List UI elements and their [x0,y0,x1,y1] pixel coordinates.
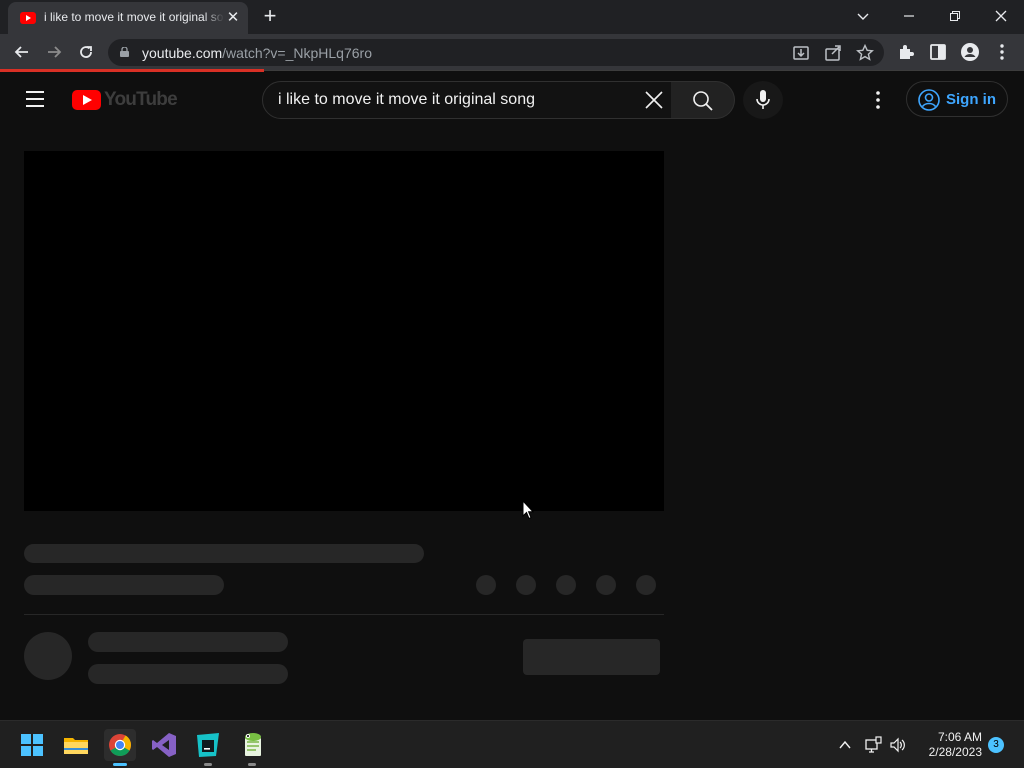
youtube-logo[interactable]: YouTube [72,89,178,111]
reload-icon[interactable] [72,38,100,66]
address-bar[interactable]: youtube.com/watch?v=_NkpHLq76ro [108,39,884,66]
active-app-indicator [113,763,127,766]
share-icon[interactable] [823,43,843,63]
browser-menu-icon[interactable] [992,42,1012,62]
mouse-cursor-icon [522,500,534,520]
windows-start-icon[interactable] [16,729,48,761]
volume-icon[interactable] [889,736,907,754]
visual-studio-icon[interactable] [148,729,180,761]
youtube-logo-text: YouTube [104,89,178,110]
intellij-icon[interactable] [192,729,224,766]
restore-window-icon[interactable] [932,2,978,30]
lock-icon[interactable] [120,47,129,57]
action-button-placeholder [476,575,496,595]
browser-tab[interactable]: i like to move it move it original song … [8,2,248,34]
sign-in-label: Sign in [946,91,996,108]
account-circle-icon [918,89,940,111]
back-arrow-icon[interactable] [8,38,36,66]
chrome-icon[interactable] [104,729,136,766]
file-explorer-icon[interactable] [60,729,92,761]
running-app-indicator [248,763,256,766]
notepad-plus-plus-icon[interactable] [236,729,268,766]
minimize-window-icon[interactable] [886,2,932,30]
tab-title: i like to move it move it original song … [44,10,224,28]
browser-tab-bar: i like to move it move it original song … [0,0,1024,34]
search-input[interactable]: i like to move it move it original song [262,81,672,119]
video-player[interactable] [24,151,664,511]
settings-more-icon[interactable] [866,88,890,112]
profile-icon[interactable] [960,42,980,62]
forward-arrow-icon[interactable] [40,38,68,66]
browser-toolbar: youtube.com/watch?v=_NkpHLq76ro [0,34,1024,70]
network-icon[interactable] [864,736,882,754]
search-button[interactable] [671,81,735,119]
close-window-icon[interactable] [978,2,1024,30]
action-button-placeholder [516,575,536,595]
clock-date: 2/28/2023 [928,745,982,759]
show-hidden-icons-chevron-icon[interactable] [838,738,852,752]
channel-avatar-placeholder [24,632,72,680]
url-host: youtube.com [142,45,223,61]
tab-search-chevron-icon[interactable] [840,2,886,30]
youtube-favicon-icon [20,12,36,24]
extensions-puzzle-icon[interactable] [896,42,916,62]
youtube-play-icon [72,90,101,110]
url-path: /watch?v=_NkpHLq76ro [222,45,372,61]
action-button-placeholder [556,575,576,595]
url-text: youtube.com/watch?v=_NkpHLq76ro [142,45,372,61]
youtube-header: YouTube i like to move it move it origin… [0,72,1024,128]
new-tab-button[interactable]: + [258,4,282,30]
system-clock[interactable]: 7:06 AM 2/28/2023 [916,730,982,760]
search-query: i like to move it move it original song [278,91,535,108]
tab-close-icon[interactable]: ✕ [225,8,241,28]
action-button-placeholder [596,575,616,595]
clock-time: 7:06 AM [937,730,982,744]
side-panel-icon[interactable] [928,42,948,62]
video-title-placeholder [24,544,424,563]
search-icon [693,91,713,111]
install-app-icon[interactable] [791,43,811,63]
content-divider [24,614,664,615]
microphone-icon [756,90,770,109]
windows-taskbar: 7:06 AM 2/28/2023 3 [0,720,1024,768]
subscribe-button-placeholder [523,639,660,675]
hamburger-menu-icon[interactable] [26,91,46,107]
clear-search-icon[interactable] [642,88,666,112]
action-button-placeholder [636,575,656,595]
channel-name-placeholder [88,632,288,652]
bookmark-star-icon[interactable] [855,43,875,63]
running-app-indicator [204,763,212,766]
sign-in-button[interactable]: Sign in [906,81,1008,117]
channel-subs-placeholder [88,664,288,684]
video-meta-placeholder [24,575,224,595]
voice-search-button[interactable] [743,81,783,119]
notification-badge[interactable]: 3 [988,737,1004,753]
